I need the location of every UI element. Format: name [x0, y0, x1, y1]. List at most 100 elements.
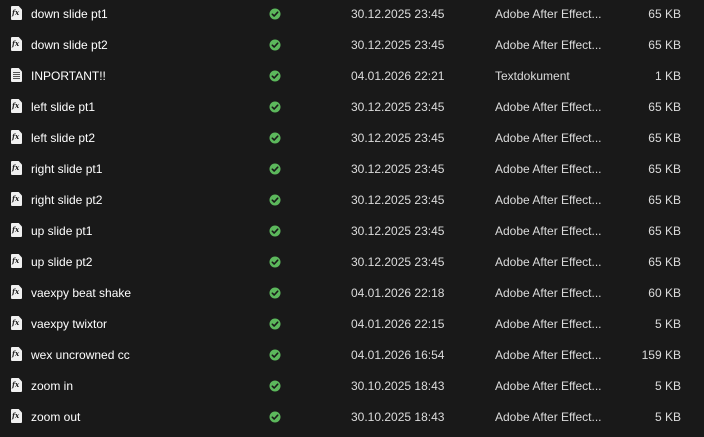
file-type: Adobe After Effect...: [495, 348, 602, 362]
file-size: 5 KB: [654, 317, 681, 331]
file-row[interactable]: fx vaexpy beat shake 04.01.2026 22:18 Adobe…: [0, 278, 704, 309]
synced-check-icon: [269, 194, 281, 206]
file-name[interactable]: vaexpy beat shake: [31, 278, 256, 309]
file-icon-cell: fx: [11, 185, 25, 216]
file-icon-cell: fx: [11, 123, 25, 154]
text-line: [13, 76, 20, 77]
file-row[interactable]: fx wex uncrowned cc 04.01.2026 16:54 Adobe …: [0, 340, 704, 371]
file-name[interactable]: right slide pt2: [31, 185, 256, 216]
file-modified-date: 04.01.2026 22:15: [351, 317, 445, 331]
file-row[interactable]: fx vaexpy twixtor 04.01.2026 22:15 Adobe Af…: [0, 309, 704, 340]
file-type: Textdokument: [495, 69, 570, 83]
sync-status-cell: [269, 30, 283, 61]
file-row[interactable]: fx zoom in 30.10.2025 18:43 Adobe After Eff…: [0, 371, 704, 402]
file-type: Adobe After Effect...: [495, 38, 602, 52]
sync-status-cell: [269, 154, 283, 185]
synced-check-icon: [269, 39, 281, 51]
fx-glyph: fx: [12, 132, 20, 141]
file-name[interactable]: left slide pt1: [31, 92, 256, 123]
file-row[interactable]: fx up slide pt2 30.12.2025 23:45 Adobe Afte…: [0, 247, 704, 278]
fx-glyph: fx: [12, 225, 20, 234]
synced-check-icon: [269, 287, 281, 299]
file-size: 65 KB: [648, 38, 681, 52]
file-row[interactable]: fx zoom out 30.10.2025 18:43 Adobe After Ef…: [0, 402, 704, 433]
text-line: [13, 72, 20, 73]
sync-status-cell: [269, 278, 283, 309]
after-effects-preset-icon: fx: [11, 99, 22, 113]
file-name[interactable]: vaexpy twixtor: [31, 309, 256, 340]
file-icon-cell: fx: [11, 340, 25, 371]
file-type: Adobe After Effect...: [495, 162, 602, 176]
synced-check-icon: [269, 411, 281, 423]
file-row[interactable]: fx down slide pt1 30.12.2025 23:45 Adobe Af…: [0, 0, 704, 30]
file-row[interactable]: fx left slide pt1 30.12.2025 23:45 Adobe Af…: [0, 92, 704, 123]
file-row[interactable]: fx up slide pt1 30.12.2025 23:45 Adobe Afte…: [0, 216, 704, 247]
file-size: 65 KB: [648, 131, 681, 145]
sync-status-cell: [269, 185, 283, 216]
file-modified-date: 30.10.2025 18:43: [351, 379, 445, 393]
file-name[interactable]: right slide pt1: [31, 154, 256, 185]
file-type: Adobe After Effect...: [495, 255, 602, 269]
file-icon-cell: fx: [11, 278, 25, 309]
sync-status-cell: [269, 92, 283, 123]
file-size: 5 KB: [654, 410, 681, 424]
fx-glyph: fx: [12, 256, 20, 265]
sync-status-cell: [269, 371, 283, 402]
file-name[interactable]: INPORTANT!!: [31, 61, 256, 92]
file-size: 65 KB: [648, 255, 681, 269]
fx-glyph: fx: [12, 411, 20, 420]
fx-glyph: fx: [12, 318, 20, 327]
file-name[interactable]: wex uncrowned cc: [31, 340, 256, 371]
file-name[interactable]: zoom out: [31, 402, 256, 433]
file-type: Adobe After Effect...: [495, 193, 602, 207]
file-row[interactable]: fx right slide pt2 30.12.2025 23:45 Adobe A…: [0, 185, 704, 216]
file-type: Adobe After Effect...: [495, 317, 602, 331]
file-modified-date: 30.12.2025 23:45: [351, 255, 445, 269]
file-modified-date: 30.12.2025 23:45: [351, 131, 445, 145]
file-icon-cell: fx: [11, 154, 25, 185]
file-icon-cell: fx: [11, 216, 25, 247]
fx-glyph: fx: [12, 163, 20, 172]
after-effects-preset-icon: fx: [11, 254, 22, 268]
file-icon-cell: fx: [11, 402, 25, 433]
sync-status-cell: [269, 0, 283, 30]
file-row[interactable]: fx down slide pt2 30.12.2025 23:45 Adobe Af…: [0, 30, 704, 61]
sync-status-cell: [269, 61, 283, 92]
file-modified-date: 30.12.2025 23:45: [351, 224, 445, 238]
after-effects-preset-icon: fx: [11, 161, 22, 175]
synced-check-icon: [269, 225, 281, 237]
file-type: Adobe After Effect...: [495, 100, 602, 114]
file-type: Adobe After Effect...: [495, 410, 602, 424]
synced-check-icon: [269, 318, 281, 330]
file-row[interactable]: fx left slide pt2 30.12.2025 23:45 Adobe Af…: [0, 123, 704, 154]
synced-check-icon: [269, 132, 281, 144]
file-row[interactable]: fx right slide pt1 30.12.2025 23:45 Adobe A…: [0, 154, 704, 185]
after-effects-preset-icon: fx: [11, 223, 22, 237]
file-icon-cell: fx: [11, 92, 25, 123]
file-modified-date: 04.01.2026 22:21: [351, 69, 445, 83]
file-icon-cell: fx: [11, 309, 25, 340]
file-name[interactable]: down slide pt2: [31, 30, 256, 61]
file-icon-cell: fx: [11, 0, 25, 30]
after-effects-preset-icon: fx: [11, 316, 22, 330]
fx-glyph: fx: [12, 101, 20, 110]
file-size: 65 KB: [648, 100, 681, 114]
file-name[interactable]: left slide pt2: [31, 123, 256, 154]
text-line: [13, 78, 20, 79]
after-effects-preset-icon: fx: [11, 130, 22, 144]
file-name[interactable]: down slide pt1: [31, 0, 256, 30]
file-type: Adobe After Effect...: [495, 131, 602, 145]
file-size: 65 KB: [648, 193, 681, 207]
synced-check-icon: [269, 380, 281, 392]
file-modified-date: 30.12.2025 23:45: [351, 100, 445, 114]
file-name[interactable]: up slide pt2: [31, 247, 256, 278]
file-modified-date: 30.12.2025 23:45: [351, 38, 445, 52]
sync-status-cell: [269, 216, 283, 247]
file-type: Adobe After Effect...: [495, 7, 602, 21]
file-name[interactable]: zoom in: [31, 371, 256, 402]
sync-status-cell: [269, 123, 283, 154]
file-row[interactable]: INPORTANT!! 04.01.2026 22:21 Textdokument 1…: [0, 61, 704, 92]
synced-check-icon: [269, 256, 281, 268]
file-modified-date: 30.12.2025 23:45: [351, 162, 445, 176]
file-name[interactable]: up slide pt1: [31, 216, 256, 247]
